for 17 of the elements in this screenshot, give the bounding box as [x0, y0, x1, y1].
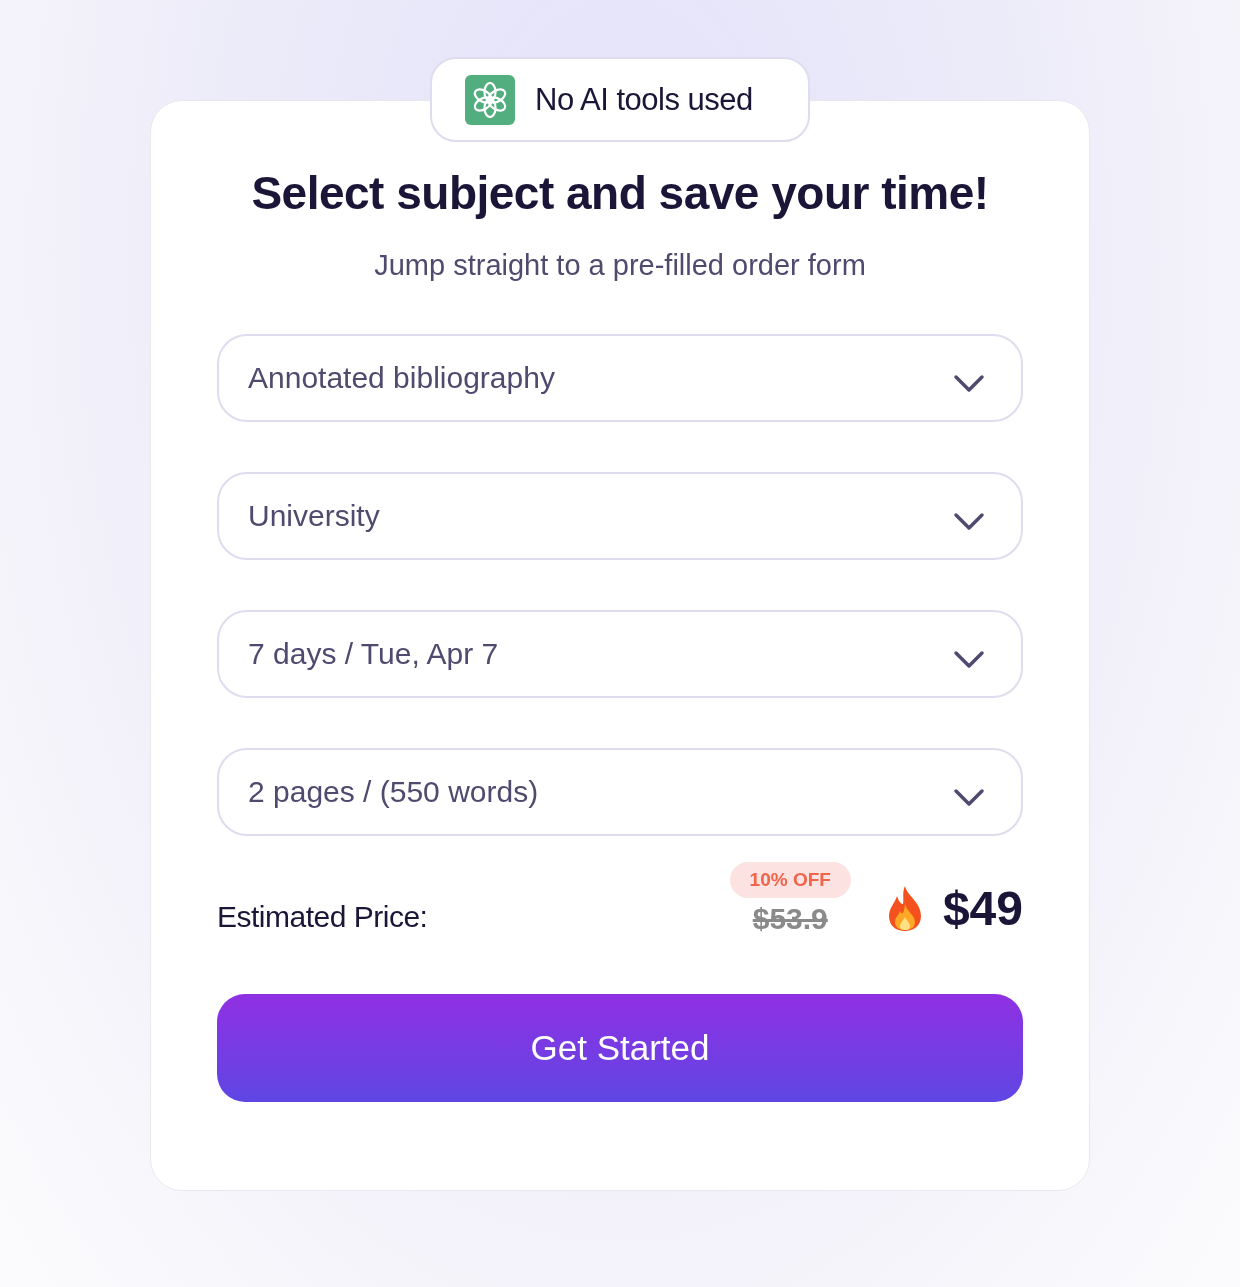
discount-badge: 10% OFF — [729, 861, 851, 898]
chevron-down-icon — [953, 648, 985, 669]
logo-icon — [465, 74, 515, 125]
price: $49 — [942, 880, 1023, 936]
dropdown[interactable]: 7 days / Tue, Apr 7 — [217, 609, 1023, 698]
dropdown[interactable]: 2 pages / (550 words) — [217, 747, 1023, 836]
subtitle: Jump straight to a pre-filled order form — [373, 248, 867, 282]
dropdown[interactable]: University — [217, 471, 1023, 560]
chevron-down-icon — [953, 510, 985, 531]
badge-label: No AI tools used — [535, 81, 753, 118]
heading: Select subject and save your time! — [250, 166, 990, 221]
chevron-down-icon — [953, 786, 985, 807]
chevron-down-icon — [953, 372, 985, 393]
dropdown[interactable]: Annotated bibliography — [217, 333, 1023, 422]
get-started-button[interactable]: Get Started — [217, 993, 1023, 1102]
old-price: $53.9 — [752, 901, 828, 936]
price-label: Estimated Price: — [217, 899, 428, 934]
